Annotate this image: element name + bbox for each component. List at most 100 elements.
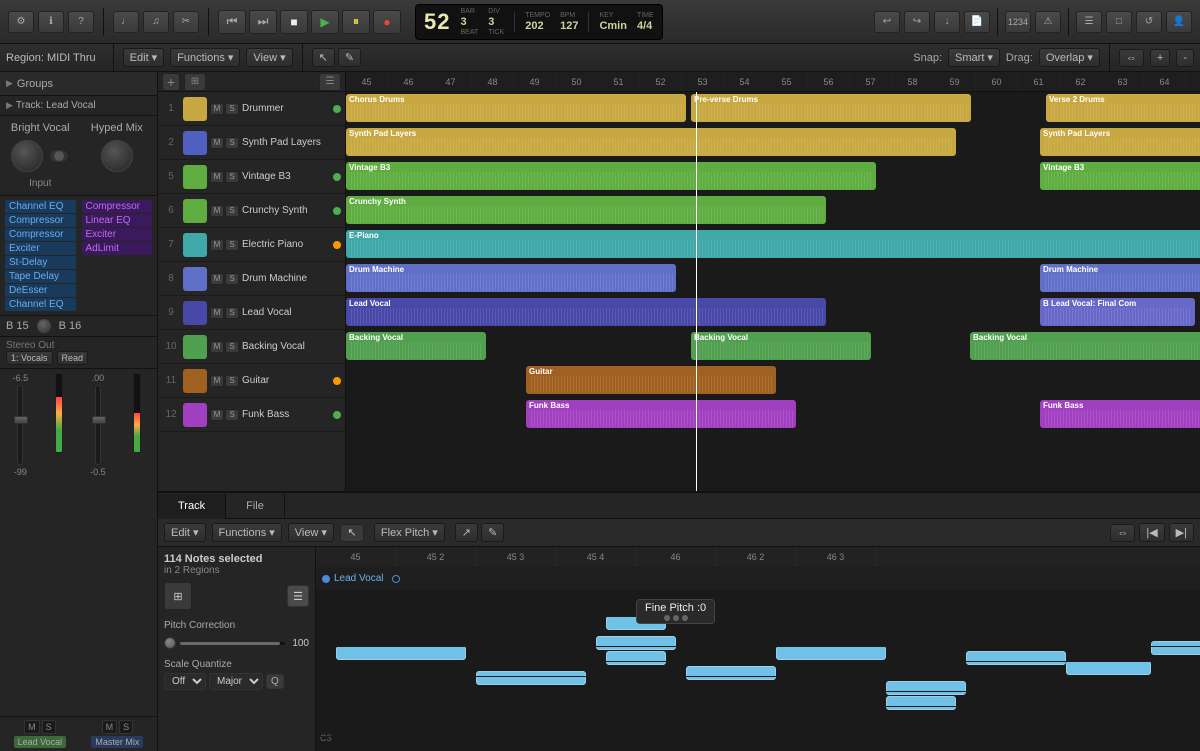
region-5-0[interactable]: Vintage B3 — [346, 162, 876, 190]
browser-btn[interactable]: □ — [1106, 11, 1132, 33]
region-8-1[interactable]: Drum Machine — [1040, 264, 1200, 292]
options-btn[interactable]: ☰ — [319, 73, 341, 91]
lower-edit-menu[interactable]: Edit ▾ — [164, 523, 206, 542]
region-7-0[interactable]: E-Piano — [346, 230, 1200, 258]
metronome-btn[interactable]: ♩ — [113, 11, 139, 33]
plugin-channel-eq-2[interactable]: Channel EQ — [5, 298, 76, 311]
solo-btn-11[interactable]: S — [225, 375, 239, 387]
mute-btn-12[interactable]: M — [210, 409, 224, 421]
add-track-btn[interactable]: + — [162, 73, 180, 91]
fader-knob-1[interactable] — [14, 416, 28, 424]
plugin-st-delay[interactable]: St-Delay — [5, 256, 76, 269]
lower-functions-menu[interactable]: Functions ▾ — [212, 523, 282, 542]
pan-knob[interactable] — [11, 140, 43, 172]
undo-btn[interactable]: ↩ — [874, 11, 900, 33]
region-2-0[interactable]: Synth Pad Layers — [346, 128, 956, 156]
quantize-btn[interactable]: Q — [266, 674, 284, 689]
plugin-adlimit[interactable]: AdLimit — [82, 242, 153, 255]
lower-snap-btn[interactable]: ⊞ — [164, 582, 192, 610]
region-10-2[interactable]: Backing Vocal — [970, 332, 1200, 360]
person-btn[interactable]: 👤 — [1166, 11, 1192, 33]
region-9-1[interactable]: B Lead Vocal: Final Com — [1040, 298, 1195, 326]
mute-btn-2[interactable]: M — [210, 137, 224, 149]
stop-btn[interactable]: ■ — [280, 10, 308, 34]
pan-knob-2[interactable] — [101, 140, 133, 172]
solo-btn-5[interactable]: S — [225, 171, 239, 183]
view-menu[interactable]: View ▾ — [246, 48, 292, 67]
functions-menu[interactable]: Functions ▾ — [170, 48, 240, 67]
s-btn-1[interactable]: S — [42, 720, 56, 734]
region-1-2[interactable]: Verse 2 Drums — [1046, 94, 1200, 122]
plugin-compressor-2[interactable]: Compressor — [5, 228, 76, 241]
rewind-btn[interactable]: ⏮ — [218, 10, 246, 34]
redo-btn[interactable]: ↪ — [904, 11, 930, 33]
plugin-compressor-1[interactable]: Compressor — [5, 214, 76, 227]
m-btn-2[interactable]: M — [102, 720, 118, 734]
solo-btn-9[interactable]: S — [225, 307, 239, 319]
forward-btn[interactable]: ⏭ — [249, 10, 277, 34]
mute-btn-1[interactable]: M — [210, 103, 224, 115]
help-btn[interactable]: ? — [68, 11, 94, 33]
lower-zoom-tool[interactable]: ⇔ — [1110, 524, 1135, 542]
scissors-btn[interactable]: ✂ — [173, 11, 199, 33]
scale-major-select[interactable]: Major — [209, 673, 263, 690]
read-btn[interactable]: Read — [57, 351, 89, 365]
region-6-0[interactable]: Crunchy Synth — [346, 196, 826, 224]
s-btn-2[interactable]: S — [119, 720, 133, 734]
edit-menu[interactable]: Edit ▾ — [123, 48, 165, 67]
lower-tool-cursor[interactable]: ↗ — [455, 523, 478, 542]
solo-btn-7[interactable]: S — [225, 239, 239, 251]
lower-tool-pencil[interactable]: ✎ — [481, 523, 504, 542]
fader-knob-2[interactable] — [92, 416, 106, 424]
custom-btn[interactable]: ⚙ — [8, 11, 34, 33]
plugin-channel-eq[interactable]: Channel EQ — [5, 200, 76, 213]
mute-btn-8[interactable]: M — [210, 273, 224, 285]
plugin-compressor-3[interactable]: Compressor — [82, 200, 153, 213]
tool-1[interactable]: ↖ — [312, 48, 335, 67]
plugin-deesser[interactable]: DeEsser — [5, 284, 76, 297]
menu-btn[interactable]: ☰ — [1076, 11, 1102, 33]
mute-btn-7[interactable]: M — [210, 239, 224, 251]
plugin-exciter[interactable]: Exciter — [5, 242, 76, 255]
bus-1-knob[interactable] — [37, 319, 51, 333]
link-toggle[interactable] — [49, 149, 69, 163]
region-5-1[interactable]: Vintage B3 — [1040, 162, 1200, 190]
loop-btn[interactable]: ↺ — [1136, 11, 1162, 33]
region-1-0[interactable]: Chorus Drums — [346, 94, 686, 122]
zoom-out[interactable]: - — [1176, 49, 1194, 67]
pitch-slider-knob[interactable] — [164, 637, 176, 649]
group-btn[interactable]: 1: Vocals — [6, 351, 53, 365]
lower-nav-2[interactable]: ▶| — [1169, 523, 1194, 542]
save-btn[interactable]: 📄 — [964, 11, 990, 33]
grid-btn[interactable]: ⊞ — [184, 73, 206, 91]
info-btn[interactable]: ℹ — [38, 11, 64, 33]
mute-btn-5[interactable]: M — [210, 171, 224, 183]
tab-file[interactable]: File — [226, 493, 285, 518]
track-arrow[interactable]: ▶ — [6, 100, 13, 111]
region-10-1[interactable]: Backing Vocal — [691, 332, 871, 360]
flex-pitch-btn[interactable]: Flex Pitch ▾ — [374, 523, 445, 542]
tab-track[interactable]: Track — [158, 494, 226, 519]
scale-off-select[interactable]: Off — [164, 673, 206, 690]
solo-btn-1[interactable]: S — [225, 103, 239, 115]
region-8-0[interactable]: Drum Machine — [346, 264, 676, 292]
pause-btn[interactable]: ⏸ — [342, 10, 370, 34]
plugin-tape-delay[interactable]: Tape Delay — [5, 270, 76, 283]
region-1-1[interactable]: Pre-verse Drums — [691, 94, 971, 122]
groups-arrow[interactable]: ▶ — [6, 78, 13, 89]
solo-btn-12[interactable]: S — [225, 409, 239, 421]
pitch-slider-track[interactable] — [180, 642, 285, 645]
download-btn[interactable]: ↓ — [934, 11, 960, 33]
resize-handles[interactable]: ⇔ — [1119, 49, 1144, 67]
lower-grid-btn[interactable]: ☰ — [287, 585, 309, 607]
region-10-0[interactable]: Backing Vocal — [346, 332, 486, 360]
record-btn[interactable]: ● — [373, 10, 401, 34]
m-btn-1[interactable]: M — [24, 720, 40, 734]
lower-view-menu[interactable]: View ▾ — [288, 523, 334, 542]
solo-btn-8[interactable]: S — [225, 273, 239, 285]
snap-value[interactable]: Smart ▾ — [948, 48, 1000, 67]
zoom-in[interactable]: + — [1150, 49, 1170, 67]
fader-track-2[interactable] — [95, 385, 101, 465]
plugin-linear-eq[interactable]: Linear EQ — [82, 214, 153, 227]
tool-2[interactable]: ✎ — [338, 48, 361, 67]
